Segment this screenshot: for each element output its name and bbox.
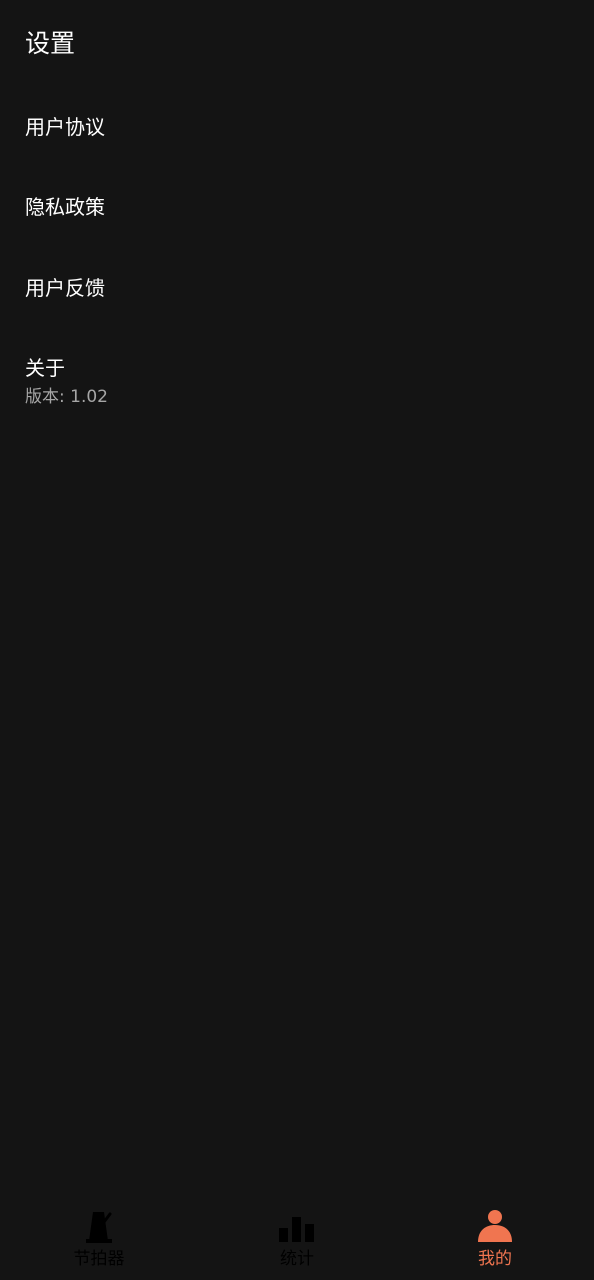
menu-item-privacy-policy[interactable]: 隐私政策 [0,188,594,228]
metronome-icon [86,1212,112,1243]
menu-item-about[interactable]: 关于 版本: 1.02 [0,348,594,414]
menu-item-label: 隐私政策 [25,195,105,219]
tab-label: 统计 [280,1249,314,1269]
tab-label: 节拍器 [73,1249,125,1269]
menu-item-user-agreement[interactable]: 用户协议 [0,108,594,148]
tab-metronome[interactable]: 节拍器 [0,1200,198,1280]
menu-item-label: 关于 [25,356,65,380]
person-icon [478,1210,512,1242]
tab-label: 我的 [478,1249,512,1269]
bottom-tab-bar: 节拍器 统计 我的 [0,1200,594,1280]
page-title: 设置 [25,29,76,58]
version-text: 版本: 1.02 [25,387,108,407]
settings-screen: 设置 用户协议 隐私政策 用户反馈 关于 版本: 1.02 节拍器 统计 我的 [0,0,594,1280]
tab-statistics[interactable]: 统计 [198,1200,396,1280]
menu-item-user-feedback[interactable]: 用户反馈 [0,268,594,308]
tab-mine[interactable]: 我的 [396,1200,594,1280]
bar-chart-icon [279,1217,314,1242]
menu-item-label: 用户反馈 [25,276,105,300]
menu-item-label: 用户协议 [25,115,105,139]
